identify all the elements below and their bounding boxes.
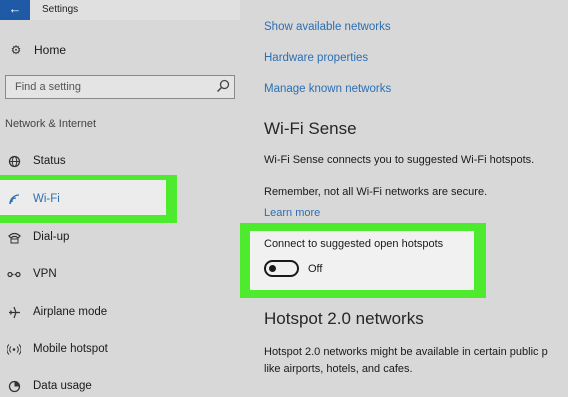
hotspot20-line2: like airports, hotels, and cafes. — [264, 363, 413, 375]
learn-more-link[interactable]: Learn more — [264, 207, 320, 219]
manage-networks-link[interactable]: Manage known networks — [264, 83, 391, 95]
airplane-icon — [7, 305, 21, 319]
sidebar-item-label: Mobile hotspot — [33, 343, 108, 355]
gear-icon: ⚙ — [10, 43, 22, 57]
toggle-knob — [269, 265, 276, 272]
sidebar-home[interactable]: ⚙ Home — [9, 40, 66, 60]
section-header: Network & Internet — [5, 118, 97, 130]
search-placeholder: Find a setting — [15, 81, 82, 93]
wifi-sense-description: Wi-Fi Sense connects you to suggested Wi… — [264, 154, 535, 166]
show-networks-link[interactable]: Show available networks — [264, 21, 391, 33]
vpn-icon — [7, 267, 21, 281]
toggle-state: Off — [308, 263, 323, 275]
sidebar-item-label: Wi-Fi — [33, 193, 60, 205]
back-arrow-icon: ← — [8, 1, 22, 16]
back-button[interactable]: ← — [0, 0, 30, 20]
hotspot-toggle-label: Connect to suggested open hotspots — [264, 238, 444, 250]
sidebar-item-dialup[interactable]: Dial-up — [7, 226, 69, 248]
sidebar-item-hotspot[interactable]: Mobile hotspot — [7, 338, 108, 360]
home-label: Home — [34, 43, 67, 57]
phone-icon — [7, 230, 21, 244]
window-title: Settings — [42, 4, 79, 15]
hotspot-toggle[interactable] — [264, 260, 299, 277]
hardware-properties-link[interactable]: Hardware properties — [264, 52, 368, 64]
sidebar-item-label: Data usage — [33, 380, 92, 392]
hotspot20-line1: Hotspot 2.0 networks might be available … — [264, 346, 548, 358]
search-icon — [216, 79, 230, 93]
sidebar-item-wifi[interactable]: Wi-Fi — [7, 188, 60, 210]
data-usage-icon — [7, 379, 21, 393]
sidebar-item-data-usage[interactable]: Data usage — [7, 375, 92, 397]
wifi-sense-heading: Wi-Fi Sense — [264, 119, 357, 138]
sidebar-item-airplane[interactable]: Airplane mode — [7, 301, 107, 323]
hotspot20-heading: Hotspot 2.0 networks — [264, 309, 424, 328]
wifi-icon — [7, 192, 21, 206]
sidebar-item-status[interactable]: Status — [7, 150, 66, 172]
wifi-sense-warning: Remember, not all Wi-Fi networks are sec… — [264, 186, 488, 198]
sidebar-item-label: Status — [33, 155, 66, 167]
search-input[interactable]: Find a setting — [5, 75, 235, 99]
hotspot-icon — [7, 342, 21, 356]
globe-icon — [7, 154, 21, 168]
sidebar-item-label: Airplane mode — [33, 306, 108, 318]
sidebar-item-label: Dial-up — [33, 231, 70, 243]
title-bar: ← Settings — [0, 0, 240, 20]
sidebar-item-label: VPN — [33, 268, 57, 280]
sidebar-item-vpn[interactable]: VPN — [7, 263, 57, 285]
